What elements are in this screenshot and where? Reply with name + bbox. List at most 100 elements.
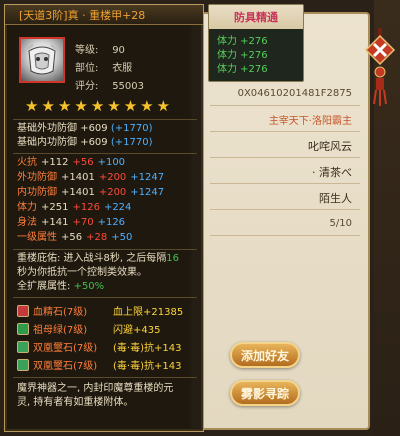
base-stat-row: 基础内功防御 +609 (+1770) — [17, 137, 152, 149]
star-icon: ★ — [90, 97, 105, 115]
relation: 陌生人 — [210, 186, 360, 210]
attr-name: 外功防御 — [17, 172, 57, 183]
divider — [13, 249, 197, 250]
track-button[interactable]: 雾影寻踪 — [230, 380, 300, 406]
gem-effect: 血上限+21385 — [113, 307, 184, 318]
armor-icon — [26, 44, 58, 75]
desc-number: 16 — [166, 253, 180, 264]
item-tooltip: [天道3阶]真 · 重楼甲+28 等级: 90 部位: 衣服 评分: 55003… — [4, 4, 204, 432]
attr-row: 外功防御 +1401 +200 +1247 — [17, 172, 164, 184]
star-icon: ★ — [74, 97, 88, 115]
star-icon: ★ — [107, 97, 121, 115]
attr-name: 一级属性 — [17, 232, 57, 243]
score-value: 55003 — [112, 81, 144, 92]
score-label: 评分: — [75, 81, 99, 92]
gem-icon — [17, 340, 29, 353]
base-stat-value: +609 — [80, 137, 108, 148]
attr-base: +1401 — [61, 187, 95, 198]
star-icon: ★ — [41, 97, 55, 115]
armor-tip-line: 体力 +276 — [217, 36, 268, 47]
slot-label: 部位: — [75, 63, 99, 74]
star-rating: ★ ★ ★ ★ ★ ★ ★ ★ ★ — [25, 99, 170, 114]
attr-name: 内功防御 — [17, 187, 57, 198]
score-row: 评分: 55003 — [75, 77, 144, 92]
tassel-ornament-icon — [364, 28, 396, 106]
armor-mastery-tooltip: 防具精通 体力 +276 体力 +276 体力 +276 — [208, 4, 304, 82]
attr-blue: +1247 — [130, 187, 165, 198]
base-stat-value: +609 — [80, 123, 108, 134]
player-id: 0X04610201481F2875 — [210, 82, 360, 106]
slot-row: 部位: 衣服 — [75, 59, 132, 74]
desc-line: 秒为你抵抗一个控制类效果。 — [17, 267, 147, 278]
gem-name: 祖母绿(7级) — [33, 325, 88, 336]
armor-tip-line: 体力 +276 — [217, 64, 268, 75]
base-stat-extra: (+1770) — [110, 123, 153, 134]
attr-base: +141 — [41, 217, 69, 228]
base-stat-name: 基础外功防御 — [17, 123, 77, 134]
attr-name: 体力 — [17, 202, 37, 213]
star-icon: ★ — [156, 97, 171, 115]
attr-blue: +126 — [97, 217, 126, 228]
lore-line: 魔界神器之一, 内封印魔尊重楼的元 — [17, 383, 174, 394]
divider — [13, 377, 197, 378]
divider — [13, 119, 197, 120]
level-row: 等级: 90 — [75, 41, 125, 56]
gem-icon — [17, 358, 29, 371]
full-attr-row: 全扩展属性: +50% — [17, 281, 104, 293]
attr-base: +251 — [41, 202, 69, 213]
gem-name: 双凰璽石(7级) — [33, 361, 98, 372]
star-icon: ★ — [123, 97, 138, 115]
attr-row: 身法 +141 +70 +126 — [17, 217, 125, 229]
gem-row[interactable]: 血精石(7级) 血上限+21385 — [17, 303, 183, 318]
add-friend-button[interactable]: 添加好友 — [230, 342, 300, 368]
gem-effect: (毒·毒)抗+143 — [113, 361, 182, 372]
attr-name: 火抗 — [17, 157, 37, 168]
attr-red: +200 — [98, 187, 127, 198]
player-title: 主宰天下·洛阳霸主 — [210, 108, 360, 132]
spouse-name: · 清茶べ — [210, 160, 360, 184]
gem-row[interactable]: 双凰璽石(7级) (毒·毒)抗+143 — [17, 339, 181, 354]
gem-name: 双凰璽石(7级) — [33, 343, 98, 354]
attr-row: 火抗 +112 +56 +100 — [17, 157, 125, 169]
armor-tip-title: 防具精通 — [209, 5, 303, 29]
item-title: [天道3阶]真 · 重楼甲+28 — [5, 5, 203, 25]
attr-row: 体力 +251 +126 +224 — [17, 202, 131, 214]
gem-row[interactable]: 祖母绿(7级) 闪避+435 — [17, 321, 160, 336]
desc-text: 重楼庇佑: 进入战斗8秒, 之后每隔 — [17, 253, 167, 264]
base-stat-extra: (+1770) — [110, 137, 153, 148]
attr-red: +70 — [72, 217, 94, 228]
attr-red: +56 — [72, 157, 94, 168]
attr-blue: +224 — [103, 202, 132, 213]
gem-name: 血精石(7级) — [33, 307, 88, 318]
slot-value: 衣服 — [112, 63, 133, 74]
gem-row[interactable]: 双凰璽石(7级) (毒·毒)抗+143 — [17, 357, 181, 372]
attr-base: +56 — [61, 232, 83, 243]
lore-line: 灵, 持有者有如重楼附体。 — [17, 397, 134, 408]
attr-blue: +1247 — [130, 172, 165, 183]
armor-tip-line: 体力 +276 — [217, 50, 268, 61]
level-value: 90 — [112, 45, 125, 56]
star-icon: ★ — [140, 97, 154, 115]
attr-row: 一级属性 +56 +28 +50 — [17, 232, 132, 244]
level-label: 等级: — [75, 45, 99, 56]
attr-name: 身法 — [17, 217, 37, 228]
star-icon: ★ — [57, 97, 72, 115]
star-icon: ★ — [25, 97, 39, 115]
gem-effect: 闪避+435 — [113, 325, 161, 336]
guild-name: 叱咤风云 — [210, 134, 360, 158]
attr-base: +112 — [41, 157, 69, 168]
divider — [13, 153, 197, 154]
attr-red: +200 — [98, 172, 127, 183]
gem-icon — [17, 322, 29, 335]
base-stat-row: 基础外功防御 +609 (+1770) — [17, 123, 152, 135]
gem-effect: (毒·毒)抗+143 — [113, 343, 182, 354]
attr-blue: +100 — [97, 157, 126, 168]
full-attr-label: 全扩展属性: — [17, 281, 74, 292]
attr-red: +28 — [86, 232, 108, 243]
gem-icon — [17, 304, 29, 317]
divider — [13, 297, 197, 298]
attr-red: +126 — [72, 202, 100, 213]
attr-base: +1401 — [61, 172, 95, 183]
count-value: 5/10 — [210, 212, 360, 236]
desc-line: 重楼庇佑: 进入战斗8秒, 之后每隔16 — [17, 253, 179, 265]
